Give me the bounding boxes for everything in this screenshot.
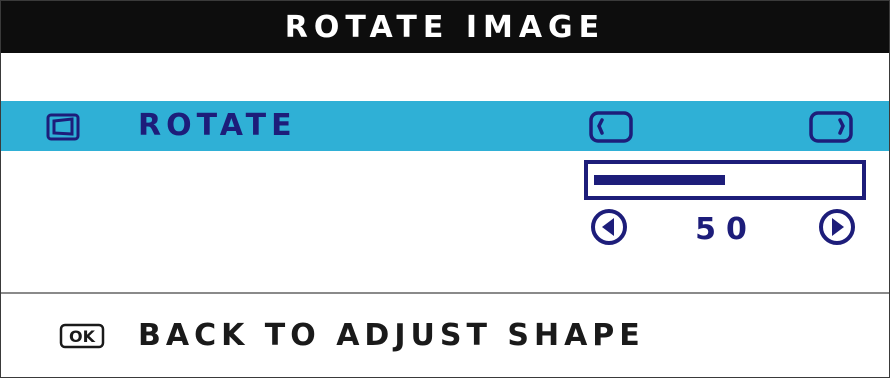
arrow-left-circle-icon[interactable]: [590, 208, 628, 246]
rotate-cw-icon[interactable]: [809, 111, 853, 143]
rotate-icon: [46, 113, 80, 141]
ok-key-label: OK: [69, 327, 96, 346]
arrow-right-circle-icon[interactable]: [818, 208, 856, 246]
page-title: ROTATE IMAGE: [1, 1, 889, 53]
slider-value: 50: [695, 212, 757, 247]
rotate-slider[interactable]: [584, 160, 866, 200]
ok-key-icon: OK: [59, 323, 105, 349]
slider-fill: [594, 175, 725, 185]
rotate-ccw-icon[interactable]: [589, 111, 633, 143]
back-label: BACK TO ADJUST SHAPE: [138, 318, 645, 353]
osd-menu: ROTATE IMAGE ROTATE 50 OK BACK TO ADJUST…: [0, 0, 890, 378]
menu-item-rotate[interactable]: ROTATE: [1, 101, 889, 151]
rotate-label: ROTATE: [138, 108, 297, 143]
divider: [1, 292, 889, 294]
